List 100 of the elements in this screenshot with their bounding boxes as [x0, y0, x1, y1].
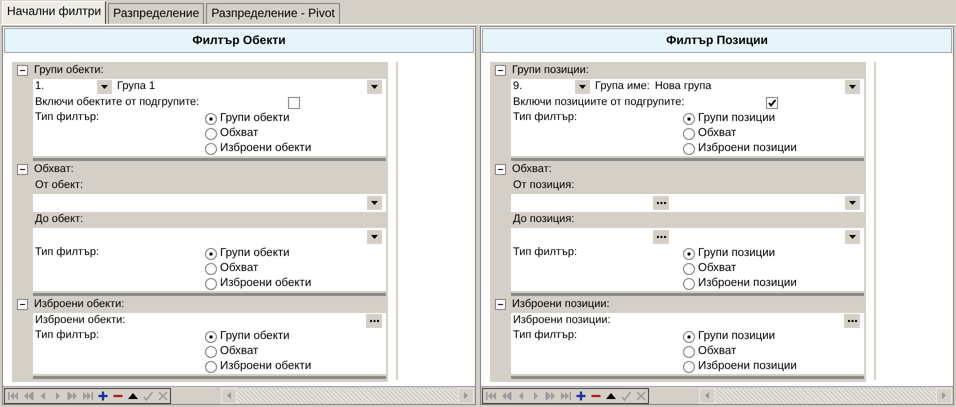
- radio-option[interactable]: Изброени обекти: [205, 276, 386, 291]
- arrow-left-icon: [227, 392, 231, 399]
- dropdown-button[interactable]: [845, 230, 860, 244]
- radio-option[interactable]: Изброени обекти: [205, 359, 386, 374]
- lookup-field[interactable]: [33, 228, 386, 246]
- scroll-right-button[interactable]: [458, 388, 474, 404]
- radio-option[interactable]: Групи обекти: [205, 329, 386, 344]
- section-title: Групи обекти:: [34, 64, 104, 78]
- ellipsis-button[interactable]: [653, 230, 669, 244]
- arrow-right-icon: [464, 392, 468, 399]
- radio-icon[interactable]: [205, 278, 217, 290]
- group-number: 1.: [35, 80, 46, 94]
- group-name: Нова група: [654, 80, 712, 94]
- section-title: Изброени позиции:: [512, 298, 610, 312]
- radio-icon[interactable]: [683, 112, 695, 124]
- tab[interactable]: Начални филтри: [2, 1, 106, 24]
- radio-icon[interactable]: [683, 128, 695, 140]
- field-label: Тип филтър:: [35, 246, 100, 260]
- radio-option[interactable]: Групи позиции: [683, 246, 864, 261]
- radio-icon[interactable]: [205, 262, 217, 274]
- scroll-left-button[interactable]: [699, 388, 715, 404]
- caret-icon: [371, 235, 378, 239]
- checkbox-label: Включи обектите от подгрупите:: [35, 96, 200, 110]
- radio-option[interactable]: Изброени позиции: [683, 359, 864, 374]
- radio-option[interactable]: Обхват: [205, 344, 386, 359]
- radio-icon[interactable]: [205, 142, 217, 154]
- radio-icon[interactable]: [683, 248, 695, 260]
- field-label: От позиция:: [513, 179, 574, 193]
- field-label: Тип филтър:: [513, 329, 578, 343]
- collapse-icon[interactable]: [495, 164, 506, 175]
- field-label: Тип филтър:: [513, 111, 578, 125]
- radio-option[interactable]: Групи позиции: [683, 329, 864, 344]
- radio-icon[interactable]: [205, 248, 217, 260]
- radio-icon[interactable]: [205, 112, 217, 124]
- dropdown-button[interactable]: [575, 80, 590, 94]
- radio-icon[interactable]: [683, 346, 695, 358]
- section-title: Обхват:: [512, 162, 552, 176]
- field-label: Тип филтър:: [35, 111, 100, 125]
- radio-option[interactable]: Обхват: [683, 344, 864, 359]
- radio-option[interactable]: Изброени позиции: [683, 276, 864, 291]
- radio-option[interactable]: Групи позиции: [683, 111, 864, 126]
- scroll-right-button[interactable]: [936, 388, 952, 404]
- tab[interactable]: Разпределение - Pivot: [206, 3, 340, 24]
- add-icon[interactable]: [574, 390, 586, 402]
- field-label: До обект:: [35, 213, 84, 227]
- ellipsis-button[interactable]: [366, 314, 382, 328]
- radio-icon[interactable]: [205, 128, 217, 140]
- caret-icon: [101, 85, 108, 89]
- checkbox-label: Включи позициите от подгрупите:: [513, 96, 686, 110]
- field-label: Тип филтър:: [35, 329, 100, 343]
- lookup-field[interactable]: [33, 194, 386, 212]
- field-label: До позиция:: [513, 213, 574, 227]
- dropdown-button[interactable]: [845, 80, 860, 94]
- scroll-left-button[interactable]: [221, 388, 237, 404]
- caret-icon: [849, 85, 856, 89]
- ellipsis-button[interactable]: [653, 196, 669, 210]
- dropdown-button[interactable]: [367, 80, 382, 94]
- dropdown-button[interactable]: [845, 196, 860, 210]
- section-title: Изброени обекти:: [34, 298, 124, 312]
- radio-icon[interactable]: [683, 142, 695, 154]
- radio-option[interactable]: Обхват: [205, 126, 386, 141]
- section-title: Обхват:: [34, 162, 74, 176]
- radio-option[interactable]: Изброени позиции: [683, 141, 864, 156]
- ellipsis-button[interactable]: [844, 314, 860, 328]
- collapse-icon[interactable]: [17, 65, 28, 76]
- checkbox[interactable]: [766, 97, 778, 109]
- collapse-icon[interactable]: [17, 164, 28, 175]
- field-label: От обект:: [35, 179, 84, 193]
- radio-icon[interactable]: [205, 360, 217, 372]
- lookup-field[interactable]: [511, 228, 864, 246]
- radio-option[interactable]: Обхват: [205, 261, 386, 276]
- radio-option[interactable]: Групи обекти: [205, 111, 386, 126]
- radio-icon[interactable]: [205, 330, 217, 342]
- collapse-icon[interactable]: [17, 299, 28, 310]
- radio-option[interactable]: Обхват: [683, 261, 864, 276]
- collapse-icon[interactable]: [495, 65, 506, 76]
- lookup-field[interactable]: [511, 194, 864, 212]
- group-number: 9.: [513, 80, 524, 94]
- radio-option[interactable]: Изброени обекти: [205, 141, 386, 156]
- dropdown-button[interactable]: [367, 230, 382, 244]
- panel-title: Филтър Обекти: [4, 28, 474, 53]
- radio-option[interactable]: Групи обекти: [205, 246, 386, 261]
- add-icon[interactable]: [96, 390, 108, 402]
- dropdown-button[interactable]: [97, 80, 112, 94]
- section-title: Групи позиции:: [512, 64, 589, 78]
- caret-icon: [849, 201, 856, 205]
- collapse-icon[interactable]: [495, 299, 506, 310]
- group-name-label: Група име:: [595, 80, 650, 94]
- dropdown-button[interactable]: [367, 196, 382, 210]
- panel-title: Филтър Позиции: [482, 28, 952, 53]
- radio-icon[interactable]: [683, 330, 695, 342]
- radio-icon[interactable]: [683, 278, 695, 290]
- radio-icon[interactable]: [683, 360, 695, 372]
- radio-icon[interactable]: [683, 262, 695, 274]
- radio-option[interactable]: Обхват: [683, 126, 864, 141]
- checkbox[interactable]: [288, 97, 300, 109]
- field-label: Изброени обекти:: [35, 314, 126, 328]
- tab[interactable]: Разпределение: [108, 3, 204, 24]
- caret-icon: [371, 201, 378, 205]
- radio-icon[interactable]: [205, 346, 217, 358]
